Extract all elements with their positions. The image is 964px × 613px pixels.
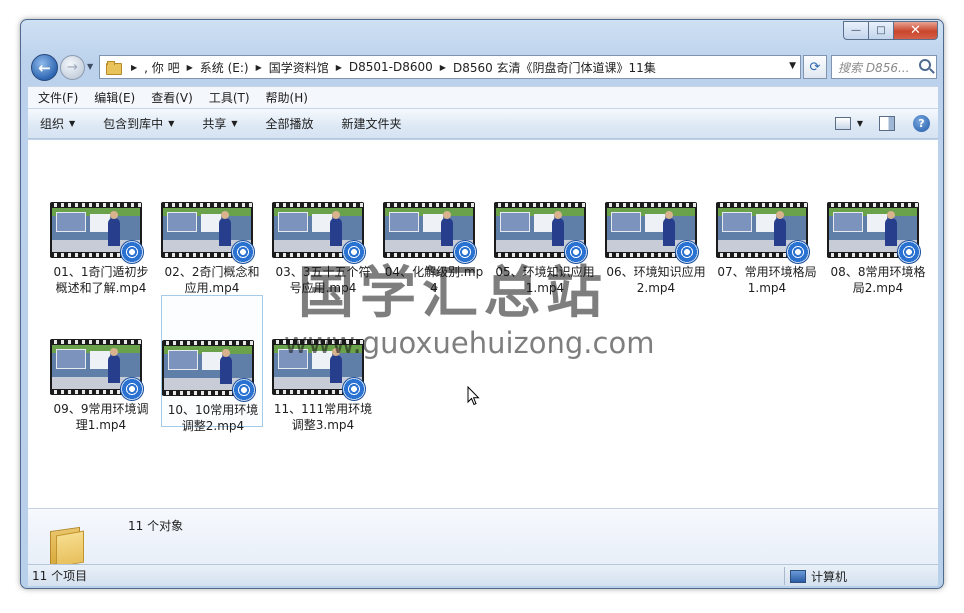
- breadcrumb-item[interactable]: , 你 吧: [144, 59, 179, 76]
- include-library-button[interactable]: 包含到库中 ▼: [103, 115, 174, 132]
- file-name: 08、8常用环境格局2.mp4: [830, 265, 926, 295]
- file-item[interactable]: 03、3五十五个符号应用.mp4: [272, 158, 374, 295]
- file-item[interactable]: 01、1奇门遁初步概述和了解.mp4: [50, 158, 152, 295]
- file-name: 07、常用环境格局1.mp4: [717, 265, 817, 295]
- menu-file[interactable]: 文件(F): [38, 89, 78, 106]
- chevron-down-icon[interactable]: ▼: [857, 119, 863, 128]
- window-controls: — □ ✕: [843, 21, 938, 40]
- menu-edit[interactable]: 编辑(E): [94, 89, 135, 106]
- breadcrumb-separator-icon[interactable]: ▶: [187, 63, 193, 72]
- video-film-icon: [342, 240, 366, 264]
- new-folder-button[interactable]: 新建文件夹: [342, 115, 402, 132]
- file-item[interactable]: 05、环境知识应用1.mp4: [494, 158, 596, 295]
- forward-arrow-icon: →: [67, 60, 78, 75]
- minimize-button[interactable]: —: [843, 21, 869, 40]
- object-count: 11 个对象: [128, 519, 184, 533]
- file-item[interactable]: 07、常用环境格局1.mp4: [716, 158, 818, 295]
- change-view-icon[interactable]: [834, 117, 851, 130]
- breadcrumb-separator-icon[interactable]: ▶: [256, 63, 262, 72]
- organize-button[interactable]: 组织 ▼: [40, 115, 75, 132]
- video-film-icon: [231, 240, 255, 264]
- video-film-icon: [564, 240, 588, 264]
- folder-icon: [106, 61, 122, 75]
- file-item[interactable]: 04、化解级别.mp4: [383, 158, 485, 295]
- file-name: 11、111常用环境调整3.mp4: [273, 402, 373, 432]
- refresh-button[interactable]: ⟳: [803, 55, 827, 79]
- search-icon[interactable]: [919, 59, 931, 71]
- file-item[interactable]: 08、8常用环境格局2.mp4: [827, 158, 929, 295]
- share-button[interactable]: 共享 ▼: [202, 115, 237, 132]
- file-name: 01、1奇门遁初步概述和了解.mp4: [53, 265, 149, 295]
- file-name: 06、环境知识应用2.mp4: [606, 265, 706, 295]
- chevron-down-icon: ▼: [69, 119, 76, 128]
- address-bar[interactable]: ▶ , 你 吧 ▶ 系统 (E:) ▶ 国学资料馆 ▶ D8501-D8600 ▶ D8560 玄…: [99, 55, 801, 79]
- toolbar-right: ▼ ?: [834, 115, 930, 132]
- address-dropdown-icon[interactable]: ▼: [789, 61, 796, 71]
- status-location-label: 计算机: [811, 570, 848, 584]
- status-divider: [784, 567, 785, 585]
- file-item[interactable]: 10、10常用环境调整2.mp4: [161, 295, 263, 433]
- include-library-label: 包含到库中: [103, 117, 164, 131]
- video-film-icon: [232, 378, 256, 402]
- preview-pane-icon[interactable]: [879, 116, 895, 131]
- file-name: 10、10常用环境调整2.mp4: [167, 403, 259, 433]
- status-bar: 11 个项目 计算机: [28, 564, 938, 586]
- search-input[interactable]: 搜索 D856...: [831, 55, 937, 79]
- file-item[interactable]: 11、111常用环境调整3.mp4: [272, 295, 374, 432]
- explorer-window: — □ ✕ ← → ▼ ▶ , 你 吧 ▶ 系统 (E:) ▶ 国学资料馆 ▶ D8501-D…: [20, 19, 944, 589]
- video-film-icon: [342, 377, 366, 401]
- new-folder-label: 新建文件夹: [341, 117, 402, 131]
- file-name: 04、化解级别.mp4: [384, 265, 484, 295]
- share-label: 共享: [202, 117, 227, 131]
- file-list-view[interactable]: 01、1奇门遁初步概述和了解.mp4 02、2奇门概念和应用.mp4 03、3五十五…: [28, 140, 938, 527]
- file-item[interactable]: 09、9常用环境调理1.mp4: [50, 295, 152, 432]
- menu-tools[interactable]: 工具(T): [209, 89, 250, 106]
- menu-view[interactable]: 查看(V): [151, 89, 193, 106]
- file-name: 05、环境知识应用1.mp4: [495, 265, 595, 295]
- navigation-bar: ← → ▼ ▶ , 你 吧 ▶ 系统 (E:) ▶ 国学资料馆 ▶ D8501-D8600 ▶ D…: [29, 54, 939, 84]
- video-film-icon: [453, 240, 477, 264]
- refresh-icon: ⟳: [809, 59, 821, 75]
- file-name: 09、9常用环境调理1.mp4: [53, 402, 149, 432]
- command-bar: 组织 ▼ 包含到库中 ▼ 共享 ▼ 全部播放 新建文件夹 ▼ ?: [28, 108, 938, 139]
- status-location: 计算机: [790, 568, 847, 585]
- chevron-down-icon: ▼: [168, 119, 175, 128]
- breadcrumb-separator-icon[interactable]: ▶: [131, 63, 137, 72]
- status-item-count: 11 个项目: [32, 569, 88, 583]
- close-button[interactable]: ✕: [894, 21, 938, 40]
- computer-icon: [790, 570, 806, 583]
- history-dropdown-icon[interactable]: ▼: [87, 62, 93, 71]
- video-film-icon: [120, 377, 144, 401]
- organize-label: 组织: [40, 117, 65, 131]
- breadcrumb: ▶ , 你 吧 ▶ 系统 (E:) ▶ 国学资料馆 ▶ D8501-D8600 ▶ D8560 玄…: [124, 59, 656, 76]
- breadcrumb-separator-icon[interactable]: ▶: [336, 63, 342, 72]
- search-placeholder: 搜索 D856...: [838, 60, 910, 75]
- breadcrumb-item[interactable]: D8560 玄清《阴盘奇门体道课》11集: [453, 59, 656, 76]
- video-film-icon: [897, 240, 921, 264]
- help-icon[interactable]: ?: [913, 115, 930, 132]
- video-film-icon: [675, 240, 699, 264]
- breadcrumb-item[interactable]: 系统 (E:): [200, 59, 249, 76]
- file-name: 02、2奇门概念和应用.mp4: [164, 265, 260, 295]
- play-all-button[interactable]: 全部播放: [266, 115, 314, 132]
- file-item[interactable]: 02、2奇门概念和应用.mp4: [161, 158, 263, 295]
- play-all-label: 全部播放: [265, 117, 314, 131]
- back-button[interactable]: ←: [31, 54, 58, 81]
- breadcrumb-separator-icon[interactable]: ▶: [440, 63, 446, 72]
- maximize-button[interactable]: □: [869, 21, 894, 40]
- menu-help[interactable]: 帮助(H): [266, 89, 308, 106]
- breadcrumb-item[interactable]: 国学资料馆: [269, 59, 329, 76]
- file-item[interactable]: 06、环境知识应用2.mp4: [605, 158, 707, 295]
- chevron-down-icon: ▼: [231, 119, 238, 128]
- breadcrumb-item[interactable]: D8501-D8600: [349, 60, 433, 74]
- back-arrow-icon: ←: [38, 58, 51, 77]
- video-film-icon: [120, 240, 144, 264]
- video-film-icon: [786, 240, 810, 264]
- file-name: 03、3五十五个符号应用.mp4: [275, 265, 371, 295]
- folder-large-icon: [50, 525, 88, 568]
- menu-bar: 文件(F) 编辑(E) 查看(V) 工具(T) 帮助(H): [28, 86, 938, 108]
- forward-button[interactable]: →: [60, 55, 85, 80]
